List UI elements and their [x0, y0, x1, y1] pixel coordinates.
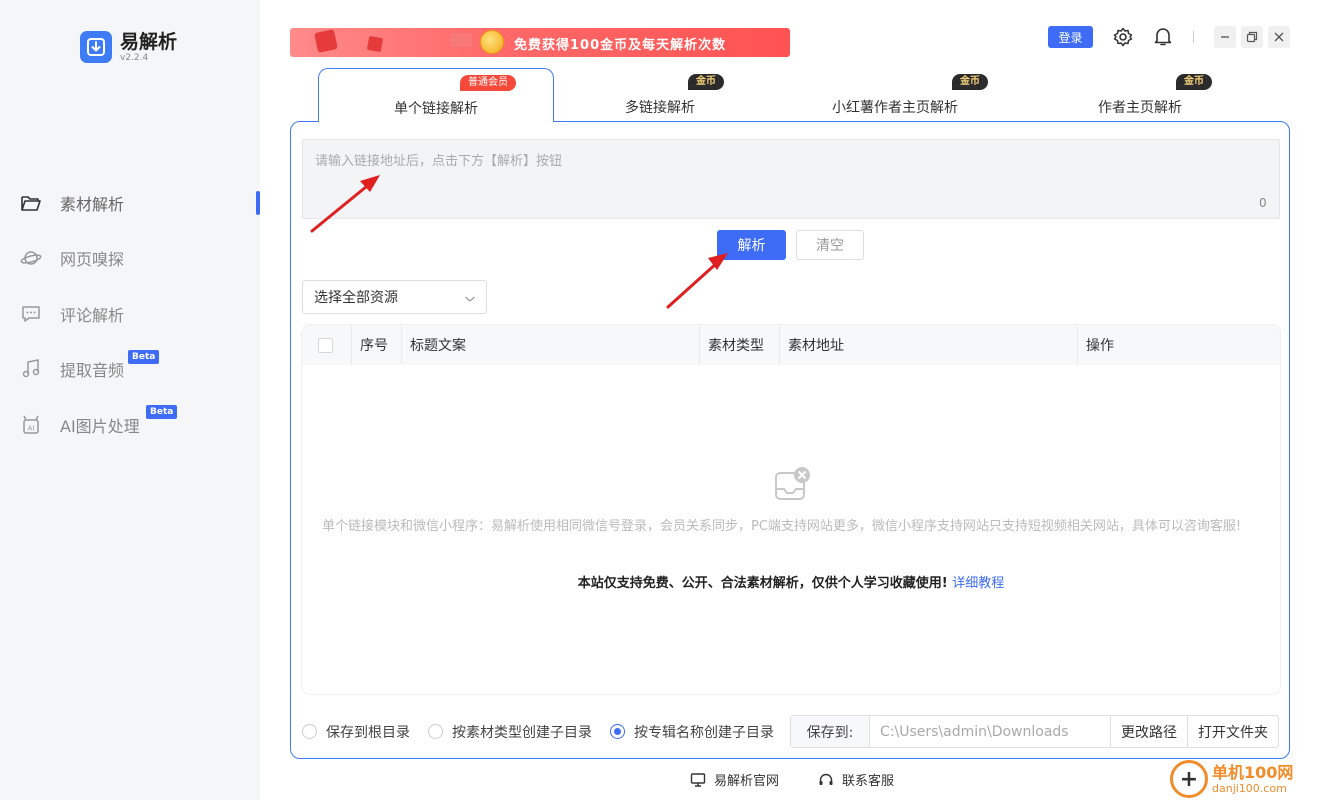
sidebar-nav: 素材解析 网页嗅探 评论解析 提取音频 Beta AI AI图片处理 Beta: [0, 175, 260, 453]
login-button[interactable]: 登录: [1048, 26, 1093, 48]
resource-filter-select[interactable]: 选择全部资源: [302, 280, 487, 314]
sidebar: 易解析 v2.2.4 素材解析 网页嗅探 评论解析 提取音频 Beta AI A…: [0, 0, 260, 800]
sidebar-item-material-parse[interactable]: 素材解析: [0, 175, 260, 231]
char-counter: 0: [1259, 196, 1267, 210]
parse-button[interactable]: 解析: [717, 230, 786, 260]
empty-state-message: 单个链接模块和微信小程序：易解析使用相同微信号登录，会员关系同步，PC端支持网站…: [322, 519, 1242, 534]
svg-text:AI: AI: [28, 424, 35, 432]
sidebar-item-label: 网页嗅探: [60, 250, 125, 270]
save-mode-options: 保存到根目录 按素材类型创建子目录 按专辑名称创建子目录: [302, 715, 792, 748]
close-icon[interactable]: [1268, 26, 1290, 48]
column-header-actions: 操作: [1086, 338, 1114, 354]
red-envelope-icon: [366, 35, 384, 53]
plus-circle-logo-icon: +: [1170, 760, 1208, 798]
tab-multi-link[interactable]: 多链接解析 金币: [560, 68, 760, 122]
minimize-icon[interactable]: [1214, 26, 1236, 48]
open-folder-button[interactable]: 打开文件夹: [1188, 716, 1278, 747]
footer-website-label: 易解析官网: [714, 774, 780, 789]
red-envelope-icon: [314, 29, 338, 53]
empty-state-icon: [772, 465, 812, 509]
gold-coin-icon: [480, 30, 504, 54]
clear-button[interactable]: 清空: [796, 230, 864, 260]
restore-window-icon[interactable]: [1241, 26, 1263, 48]
site-watermark: + 单机100网 danji100.com: [1170, 760, 1293, 798]
radio-circle: [302, 724, 317, 739]
app-version: v2.2.4: [120, 53, 149, 63]
tab-label: 多链接解析: [625, 100, 695, 116]
beta-badge: Beta: [146, 405, 178, 419]
column-header-title: 标题文案: [402, 325, 700, 365]
beta-badge: Beta: [128, 349, 160, 364]
planet-icon: [20, 247, 42, 269]
change-path-button[interactable]: 更改路径: [1111, 716, 1188, 747]
ai-robot-icon: AI: [20, 414, 42, 436]
select-all-checkbox[interactable]: [318, 337, 333, 353]
gold-badge: 金币: [688, 74, 724, 90]
sidebar-item-label: 提取音频: [60, 361, 125, 381]
divider: [1193, 31, 1194, 43]
sidebar-item-comment-parse[interactable]: 评论解析: [0, 286, 260, 342]
comment-icon: [20, 303, 42, 325]
radio-by-material-type[interactable]: 按素材类型创建子目录: [428, 722, 592, 742]
bell-icon[interactable]: [1152, 26, 1174, 48]
app-logo: 易解析 v2.2.4: [80, 31, 177, 63]
red-envelope-icon: [450, 33, 472, 47]
sidebar-item-extract-audio[interactable]: 提取音频 Beta: [0, 342, 260, 398]
link-input[interactable]: [302, 139, 1280, 219]
sidebar-item-web-sniff[interactable]: 网页嗅探: [0, 231, 260, 287]
tab-xiaohongshu-author[interactable]: 小红薯作者主页解析 金币: [790, 68, 1000, 122]
radio-circle: [428, 724, 443, 739]
tab-label: 小红薯作者主页解析: [832, 100, 958, 116]
radio-label: 按专辑名称创建子目录: [634, 724, 774, 741]
save-to-label: 保存到:: [791, 716, 870, 747]
results-table: 序号 标题文案 素材类型 素材地址 操作 单个链接模块和微信小程序：易解析使用相…: [302, 325, 1280, 694]
download-logo-icon: [80, 31, 112, 63]
sidebar-item-label: 评论解析: [60, 305, 125, 325]
watermark-url: danji100.com: [1212, 781, 1287, 795]
tab-label: 单个链接解析: [394, 100, 478, 117]
tutorial-link[interactable]: 详细教程: [952, 576, 1004, 591]
table-header: 序号 标题文案 素材类型 素材地址 操作: [302, 325, 1280, 365]
settings-gear-icon[interactable]: [1112, 26, 1134, 48]
watermark-text: 单机100网 danji100.com: [1212, 762, 1294, 795]
tab-single-link[interactable]: 单个链接解析 普通会员: [318, 68, 554, 122]
legal-notice: 本站仅支持免费、公开、合法素材解析，仅供个人学习收藏使用! 详细教程: [302, 572, 1280, 591]
tab-label: 作者主页解析: [1098, 100, 1182, 116]
member-badge: 普通会员: [460, 75, 516, 91]
app-name: 易解析: [120, 31, 178, 53]
radio-circle-checked: [610, 724, 625, 739]
tab-author-homepage[interactable]: 作者主页解析 金币: [1040, 68, 1240, 122]
footer-support-label: 联系客服: [842, 774, 895, 789]
music-note-icon: [20, 358, 42, 380]
radio-label: 保存到根目录: [326, 724, 410, 741]
select-value: 选择全部资源: [314, 290, 398, 306]
sidebar-item-ai-image[interactable]: AI AI图片处理 Beta: [0, 397, 260, 453]
monitor-icon: [690, 772, 706, 788]
notice-text: 本站仅支持免费、公开、合法素材解析，仅供个人学习收藏使用!: [577, 576, 948, 591]
folder-open-icon: [20, 192, 42, 214]
headset-icon: [818, 772, 834, 788]
gold-badge: 金币: [952, 74, 988, 90]
promo-banner[interactable]: 免费获得100金币及每天解析次数: [290, 28, 790, 57]
chevron-down-icon: [464, 292, 476, 308]
radio-save-root[interactable]: 保存到根目录: [302, 722, 410, 742]
save-path-bar: 保存到: C:\Users\admin\Downloads 更改路径 打开文件夹: [790, 715, 1279, 748]
save-path-field[interactable]: C:\Users\admin\Downloads: [870, 716, 1111, 747]
watermark-title: 单机100网: [1212, 762, 1294, 782]
sidebar-item-label: 素材解析: [60, 194, 125, 214]
radio-by-album-name[interactable]: 按专辑名称创建子目录: [610, 722, 774, 742]
official-website-link[interactable]: 易解析官网: [690, 770, 779, 789]
select-all-cell: [302, 325, 352, 365]
column-header-url: 素材地址: [780, 325, 1078, 365]
main-panel: 0 解析 清空 选择全部资源 序号 标题文案 素材类型 素材地址 操作 单个链接…: [290, 121, 1290, 759]
radio-label: 按素材类型创建子目录: [452, 724, 592, 741]
gold-badge: 金币: [1176, 74, 1212, 90]
column-header-type: 素材类型: [700, 325, 780, 365]
sidebar-item-label: AI图片处理: [60, 416, 140, 436]
contact-support-link[interactable]: 联系客服: [818, 770, 894, 789]
banner-text: 免费获得100金币及每天解析次数: [514, 38, 727, 53]
column-header-index: 序号: [352, 325, 402, 365]
